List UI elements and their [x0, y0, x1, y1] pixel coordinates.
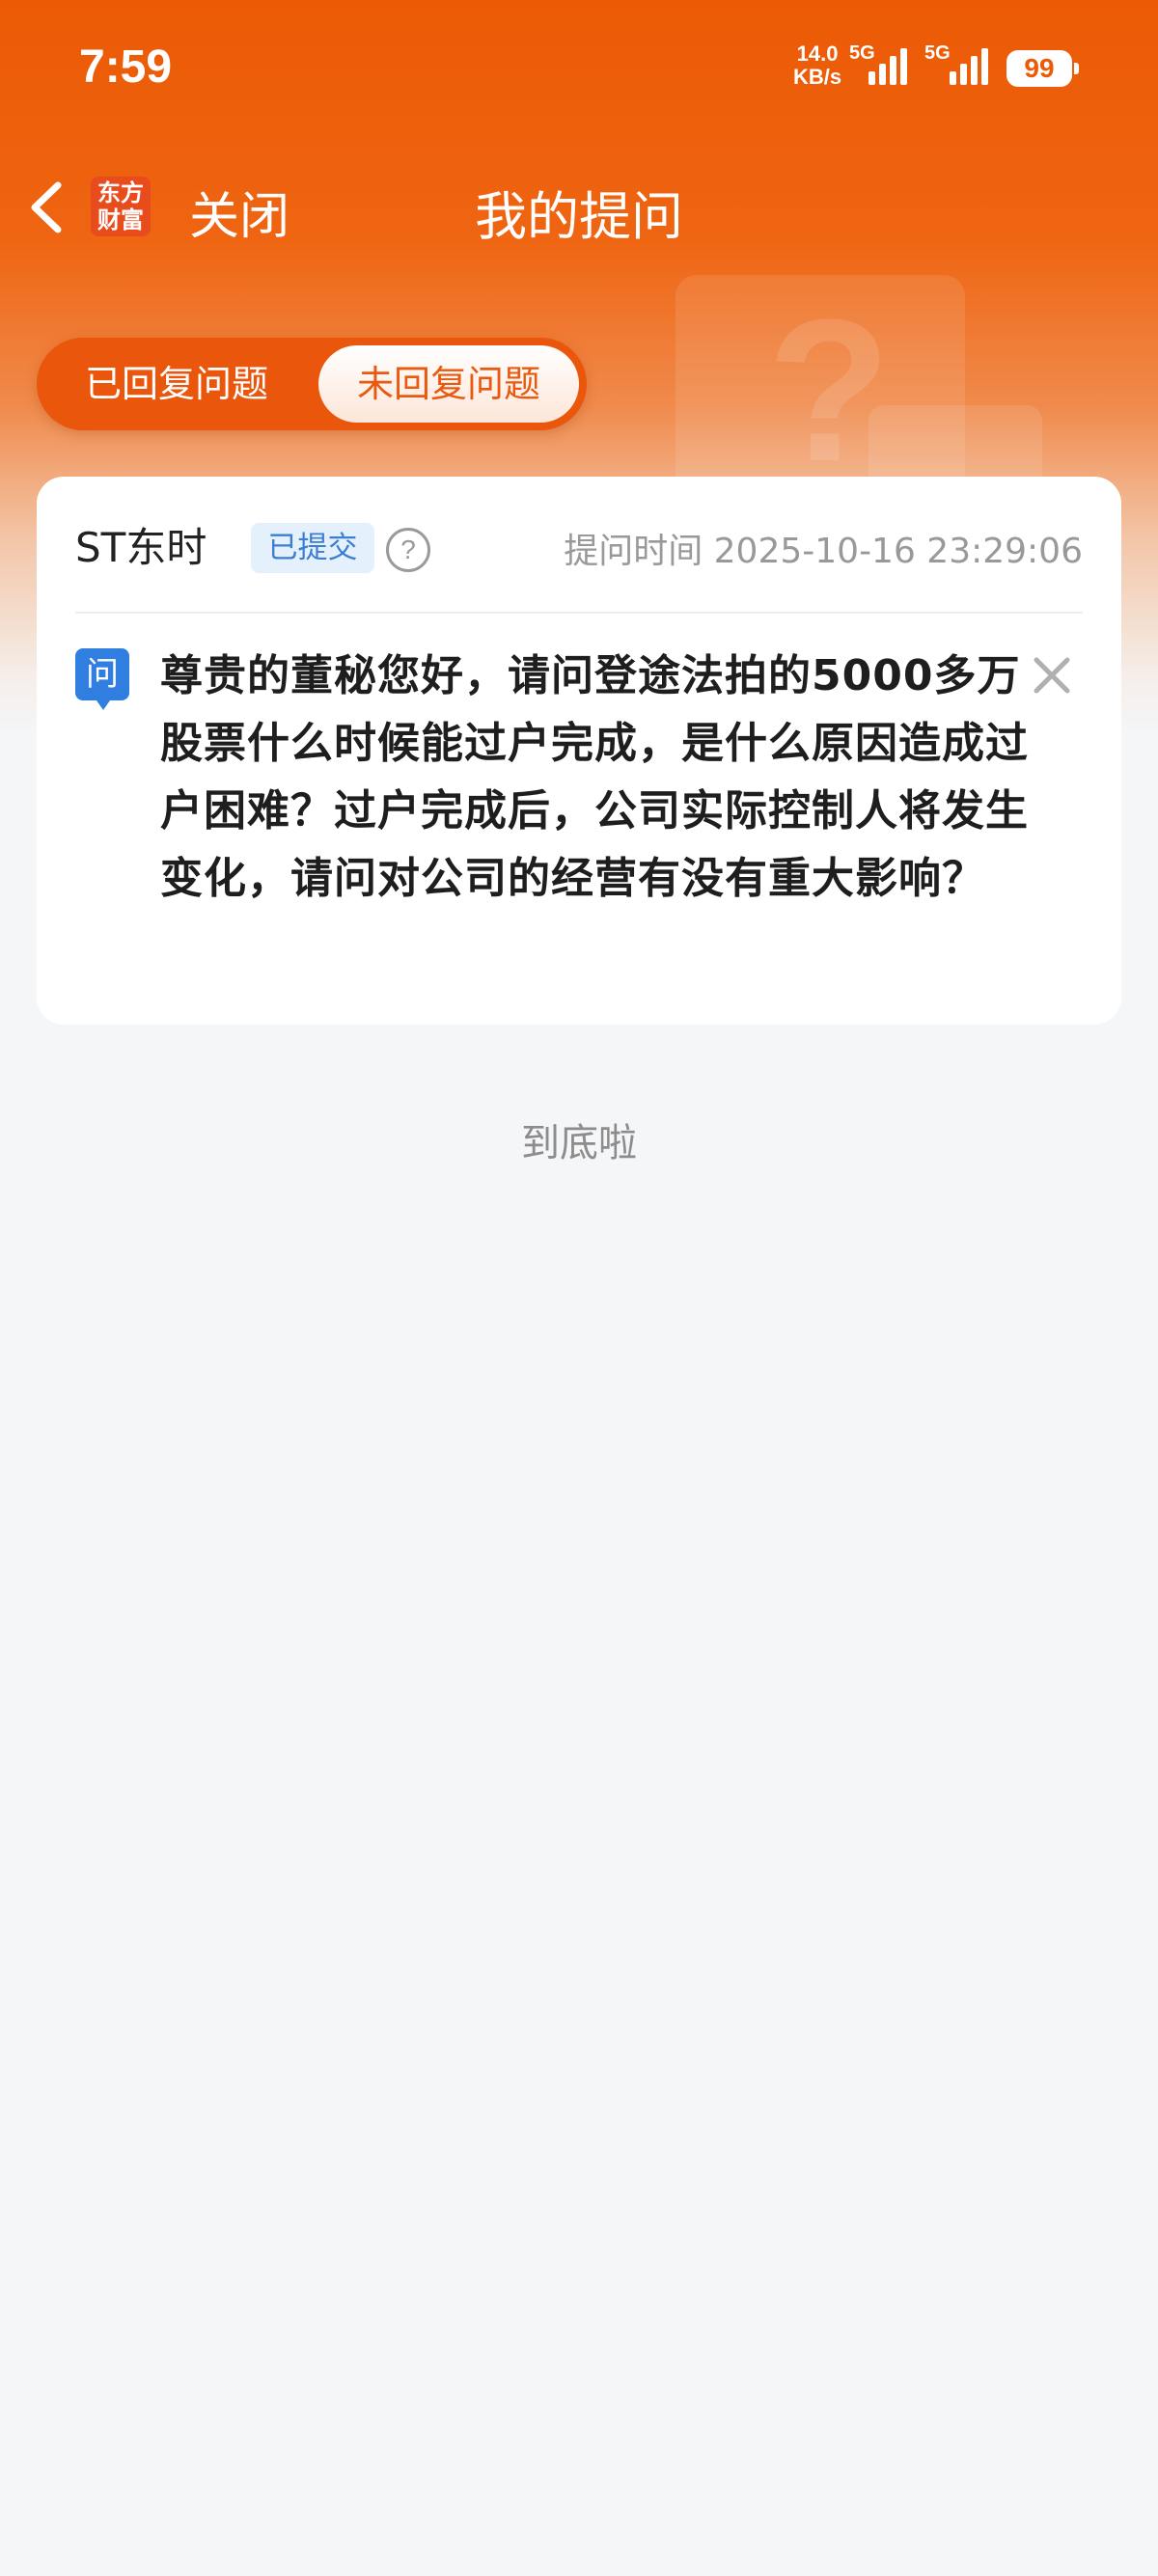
status-badge: 已提交	[251, 523, 374, 573]
battery-icon: 99	[1006, 50, 1079, 87]
network-speed-unit: KB/s	[793, 65, 842, 89]
company-name: ST东时	[75, 524, 207, 571]
tab-unreplied[interactable]: 未回复问题	[318, 345, 579, 423]
network-speed: 14.0 KB/s	[793, 42, 841, 89]
sim2-signal-icon: 5G	[924, 42, 1002, 89]
delete-x-icon	[1034, 657, 1070, 694]
page-title: 我的提问	[475, 186, 683, 247]
question-mark-decoration-icon: ?	[767, 277, 892, 504]
divider	[75, 612, 1083, 614]
close-icon[interactable]	[1029, 652, 1075, 699]
status-time: 7:59	[79, 41, 173, 93]
question-text: 尊贵的董秘您好，请问登途法拍的5000多万股票什么时候能过户完成，是什么原因造成…	[160, 651, 1029, 903]
help-icon[interactable]: ?	[386, 528, 430, 572]
tab-replied[interactable]: 已回复问题	[37, 345, 317, 423]
question-icon: 问	[75, 648, 129, 710]
question-card[interactable]: ST东时 已提交 ? 提问时间 2025-10-16 23:29:06 问 尊贵…	[37, 477, 1121, 1025]
sim1-signal-icon: 5G	[849, 42, 919, 89]
ask-time: 提问时间 2025-10-16 23:29:06	[564, 532, 1083, 571]
tab-switcher: 已回复问题 未回复问题	[37, 338, 587, 430]
end-of-list-text: 到底啦	[521, 1121, 637, 1165]
network-speed-value: 14.0	[796, 41, 839, 66]
